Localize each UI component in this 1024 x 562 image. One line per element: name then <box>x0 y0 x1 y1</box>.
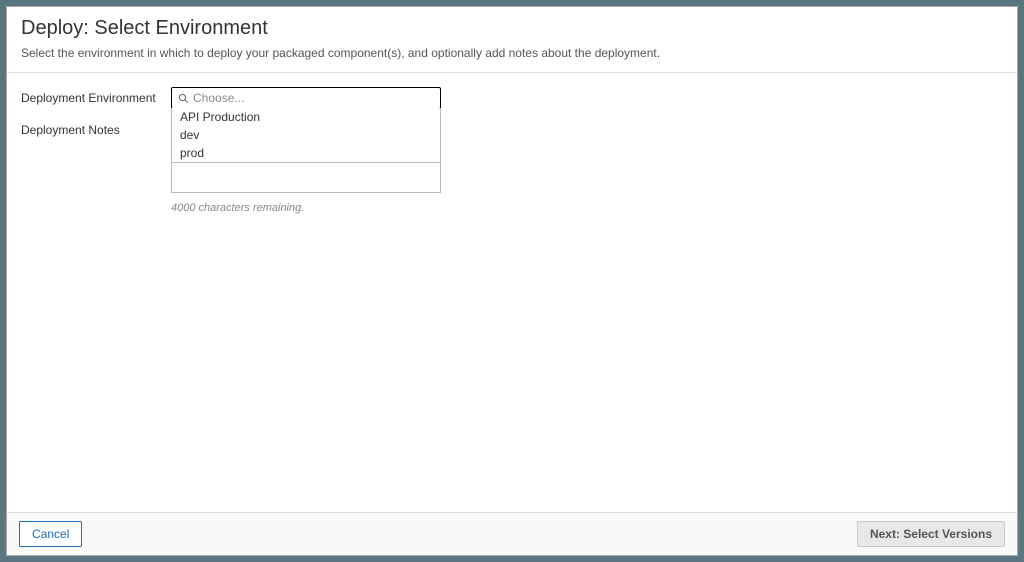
environment-combobox[interactable] <box>171 87 441 109</box>
cancel-button[interactable]: Cancel <box>19 521 82 547</box>
notes-label: Deployment Notes <box>21 119 171 137</box>
environment-option-dev[interactable]: dev <box>172 126 440 144</box>
modal-footer: Cancel Next: Select Versions <box>7 512 1017 555</box>
environment-option-prod[interactable]: prod <box>172 144 440 162</box>
environment-dropdown: API Production dev prod <box>171 108 441 163</box>
environment-search-input[interactable] <box>193 91 434 105</box>
environment-field: API Production dev prod <box>171 87 441 109</box>
notes-helper-text: 4000 characters remaining. <box>171 202 441 214</box>
notes-row: Deployment Notes 4000 characters remaini… <box>21 119 1003 214</box>
deploy-modal: Deploy: Select Environment Select the en… <box>6 6 1018 556</box>
search-icon <box>178 93 189 104</box>
environment-row: Deployment Environment API Production de… <box>21 87 1003 109</box>
next-select-versions-button[interactable]: Next: Select Versions <box>857 521 1005 547</box>
environment-label: Deployment Environment <box>21 87 171 105</box>
page-subtitle: Select the environment in which to deplo… <box>21 46 1003 60</box>
modal-body: Deployment Environment API Production de… <box>7 73 1017 512</box>
environment-option-api-production[interactable]: API Production <box>172 108 440 126</box>
modal-header: Deploy: Select Environment Select the en… <box>7 7 1017 72</box>
page-title: Deploy: Select Environment <box>21 17 1003 40</box>
